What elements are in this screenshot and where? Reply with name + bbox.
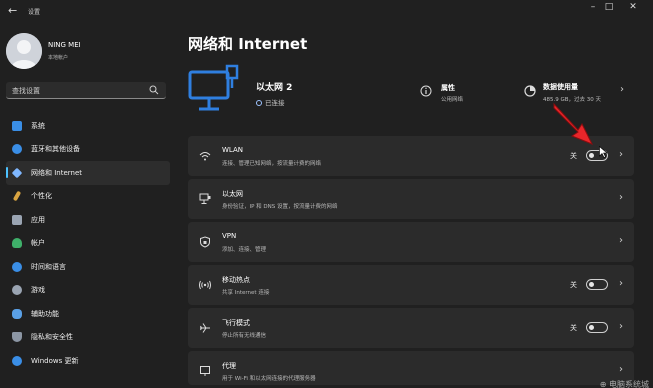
row-subtitle: 用于 Wi-Fi 和以太网连接的代理服务器 — [222, 376, 316, 382]
search-placeholder: 查找设置 — [12, 87, 40, 95]
proxy-row[interactable]: 代理 用于 Wi-Fi 和以太网连接的代理服务器 › — [188, 351, 634, 385]
sidebar-item-system[interactable]: 系统 — [6, 114, 170, 138]
airplane-mode-row[interactable]: 飞行模式 停止所有无线通信 关 › — [188, 308, 634, 348]
profile-subtitle: 本地帐户 — [48, 55, 69, 61]
ethernet-icon — [199, 193, 211, 204]
update-icon — [12, 355, 22, 366]
row-title: 飞行模式 — [222, 319, 250, 327]
chevron-right-icon: › — [619, 235, 623, 246]
sidebar-item-label: 系统 — [31, 121, 45, 130]
page-title: 网络和 Internet — [188, 35, 308, 53]
info-icon — [420, 85, 432, 97]
hotspot-row[interactable]: 移动热点 共享 Internet 连接 关 › — [188, 265, 634, 305]
ethernet-status-text: 已连接 — [265, 99, 285, 107]
airplane-icon — [200, 323, 210, 333]
airplane-mode-toggle[interactable] — [586, 322, 608, 333]
brush-icon — [12, 190, 22, 202]
bluetooth-icon — [12, 144, 22, 155]
ethernet-row[interactable]: 以太网 身份验证，IP 和 DNS 设置，按流量计费的网络 › — [188, 179, 634, 219]
sidebar-item-privacy[interactable]: 隐私和安全性 — [6, 326, 170, 350]
globe-clock-icon — [12, 261, 22, 272]
monitor-icon — [12, 120, 22, 131]
title-bar: ← 设置 – □ ✕ — [0, 0, 653, 22]
row-title: 代理 — [222, 362, 236, 370]
sidebar-item-label: 应用 — [31, 215, 45, 224]
watermark: ⊕ 电脑系统城 — [599, 380, 649, 388]
sidebar-item-label: 帐户 — [31, 239, 45, 248]
ethernet-monitor-icon — [188, 64, 239, 111]
sidebar-item-personalization[interactable]: 个性化 — [6, 185, 170, 209]
sidebar-item-label: 蓝牙和其他设备 — [31, 145, 80, 154]
mouse-cursor-icon — [599, 146, 608, 158]
row-subtitle: 共享 Internet 连接 — [222, 290, 270, 296]
search-icon — [149, 85, 159, 95]
avatar[interactable] — [6, 33, 42, 69]
search-input[interactable]: 查找设置 — [6, 82, 166, 99]
wifi-diamond-icon — [11, 167, 23, 179]
shield-icon — [12, 332, 22, 343]
proxy-icon — [200, 366, 210, 376]
data-usage-label: 数据使用量 — [543, 83, 578, 91]
ethernet-name: 以太网 2 — [256, 83, 293, 93]
back-arrow-icon[interactable]: ← — [8, 4, 17, 17]
sidebar-item-gaming[interactable]: 游戏 — [6, 279, 170, 303]
chevron-right-icon: › — [619, 364, 623, 375]
row-title: WLAN — [222, 146, 244, 154]
data-usage-icon — [524, 85, 536, 97]
sidebar-item-bluetooth[interactable]: 蓝牙和其他设备 — [6, 138, 170, 162]
sidebar-item-time-language[interactable]: 时间和语言 — [6, 255, 170, 279]
hotspot-icon — [199, 280, 211, 290]
row-title: 移动热点 — [222, 276, 250, 284]
sidebar-item-label: 个性化 — [31, 192, 52, 201]
sidebar-item-apps[interactable]: 应用 — [6, 208, 170, 232]
sidebar-item-network[interactable]: 网络和 Internet — [6, 161, 170, 185]
maximize-icon[interactable]: □ — [600, 2, 618, 12]
chevron-right-icon: › — [619, 149, 623, 160]
sidebar-item-label: 时间和语言 — [31, 262, 66, 271]
properties-label: 属性 — [441, 84, 455, 92]
sidebar-nav: 系统 蓝牙和其他设备 网络和 Internet 个性化 应用 帐户 时间和语言 … — [0, 114, 176, 373]
vpn-shield-icon — [200, 236, 210, 248]
toggle-state-label: 关 — [570, 281, 577, 289]
toggle-state-label: 关 — [570, 152, 577, 160]
sidebar-item-windows-update[interactable]: Windows 更新 — [6, 349, 170, 373]
chevron-right-icon: › — [620, 84, 624, 95]
wifi-icon — [199, 152, 211, 161]
row-subtitle: 身份验证，IP 和 DNS 设置，按流量计费的网络 — [222, 204, 338, 210]
apps-icon — [12, 214, 22, 225]
chevron-right-icon: › — [619, 278, 623, 289]
profile-name: NING MEI — [48, 41, 81, 49]
gamepad-icon — [12, 285, 22, 296]
row-subtitle: 添加、连接、管理 — [222, 247, 267, 253]
row-title: VPN — [222, 232, 237, 240]
account-icon — [12, 238, 22, 249]
globe-icon — [256, 100, 262, 106]
close-icon[interactable]: ✕ — [624, 2, 642, 12]
network-settings-list: WLAN 连接、管理已知网络，按流量计费的网络 关 › 以太网 身份验证，IP … — [188, 136, 634, 385]
window-title: 设置 — [28, 9, 41, 16]
ethernet-status: 已连接 — [256, 97, 285, 107]
vpn-row[interactable]: VPN 添加、连接、管理 › — [188, 222, 634, 262]
properties-sub: 公用网络 — [441, 97, 464, 103]
user-avatar-icon — [6, 33, 42, 69]
chevron-right-icon: › — [619, 321, 623, 332]
sidebar-item-accessibility[interactable]: 辅助功能 — [6, 302, 170, 326]
chevron-right-icon: › — [619, 192, 623, 203]
hotspot-toggle[interactable] — [586, 279, 608, 290]
row-subtitle: 停止所有无线通信 — [222, 333, 267, 339]
annotation-arrow-icon — [553, 102, 594, 145]
sidebar-item-label: 隐私和安全性 — [31, 333, 73, 342]
row-title: 以太网 — [222, 190, 243, 198]
sidebar-item-label: 辅助功能 — [31, 309, 59, 318]
accessibility-icon — [12, 308, 22, 319]
sidebar-item-accounts[interactable]: 帐户 — [6, 232, 170, 256]
row-subtitle: 连接、管理已知网络，按流量计费的网络 — [222, 161, 322, 167]
sidebar-item-label: 网络和 Internet — [31, 168, 83, 177]
sidebar-item-label: Windows 更新 — [31, 356, 79, 365]
sidebar-item-label: 游戏 — [31, 286, 45, 295]
toggle-state-label: 关 — [570, 324, 577, 332]
